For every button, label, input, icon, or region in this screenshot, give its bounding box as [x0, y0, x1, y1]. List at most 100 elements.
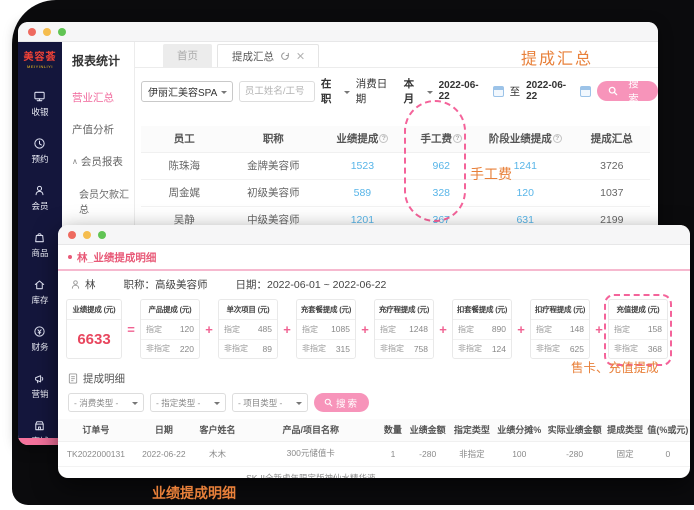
marketing-icon — [35, 375, 44, 384]
detail-row: XF2022000119 2022-06-20 木木 SK-II全新虎年限定版神… — [58, 466, 690, 478]
col-qty: 数量 — [380, 419, 406, 442]
col-share: 业绩分摊% — [494, 419, 545, 442]
col-title: 职称 — [262, 133, 284, 146]
table-row: 周金娓 初级美容师 589 328 120 1037 — [141, 179, 650, 207]
minimize-traffic-light[interactable] — [83, 230, 91, 239]
detail-tab[interactable]: 林_业绩提成明细 — [58, 245, 690, 271]
mall-icon — [35, 421, 45, 431]
search-icon — [324, 398, 333, 407]
menu-item-member-reports[interactable]: ∧ 会员报表 — [62, 145, 134, 177]
help-icon[interactable] — [552, 134, 562, 144]
maximize-traffic-light[interactable] — [58, 27, 66, 36]
sidebar-label: 财务 — [31, 341, 49, 352]
col-stage-commission: 阶段业绩提成 — [489, 131, 562, 146]
detail-search-button[interactable]: 搜索 — [314, 393, 370, 412]
col-commission-type: 提成类型 — [604, 419, 646, 442]
table-row: 陈珠海 金牌美容师 1523 962 1241 3726 — [141, 152, 650, 180]
sidebar-item-appointment[interactable]: 预约 — [31, 137, 49, 165]
tab-commission-summary[interactable]: 提成汇总 — [217, 44, 319, 67]
inventory-icon — [35, 280, 45, 290]
member-icon — [36, 185, 44, 196]
logo-subtitle: MEIYINLIYI — [27, 63, 53, 69]
staff-info-bar: 林 职称：高级美容师 日期：2022-06-01 ~ 2022-06-22 — [58, 271, 690, 297]
course-recharge-card: 充疗程提成 (元) 指定 1248 非指定 758 — [374, 299, 434, 359]
person-icon — [71, 279, 80, 289]
chevron-down-icon — [220, 90, 227, 97]
cashier-icon — [34, 91, 46, 102]
performance-commission-link[interactable]: 589 — [319, 179, 406, 207]
menu-item-business-summary[interactable]: 营业汇总 — [62, 81, 134, 113]
tab-home[interactable]: 首页 — [163, 44, 212, 67]
col-amount: 业绩金额 — [405, 419, 450, 442]
date-range: 日期：2022-06-01 ~ 2022-06-22 — [235, 278, 387, 291]
detail-header-row: 订单号 日期 客户姓名 产品/项目名称 数量 业绩金额 指定类型 业绩分摊% 实… — [58, 419, 690, 442]
sidebar-item-member[interactable]: 会员 — [31, 184, 49, 212]
chevron-down-icon — [343, 90, 350, 97]
menu-item-output-analysis[interactable]: 产值分析 — [62, 113, 134, 145]
sidebar-label: 商品 — [31, 247, 49, 258]
consume-type-select[interactable]: - 消费类型 - — [68, 393, 144, 412]
col-performance-commission: 业绩提成 — [336, 131, 389, 146]
equals-sign: = — [127, 321, 135, 337]
window-titlebar — [58, 225, 690, 245]
app-sidebar: 美容荟 MEIYINLIYI 收银 预约 会员 商品 库存 财务 营销 — [18, 42, 62, 445]
refresh-icon[interactable] — [280, 51, 290, 61]
help-icon[interactable] — [379, 134, 389, 144]
sidebar-item-cashier[interactable]: 收银 — [31, 90, 49, 118]
annotation-card-recharge: 售卡、充值提成 — [571, 361, 659, 375]
maximize-traffic-light[interactable] — [98, 230, 106, 239]
sidebar-item-marketing[interactable]: 营销 — [31, 372, 49, 400]
commission-total: 1037 — [573, 179, 650, 207]
close-traffic-light[interactable] — [68, 230, 76, 239]
item-type-select[interactable]: - 项目类型 - — [232, 393, 308, 412]
single-item-card: 单次项目 (元) 指定 485 非指定 89 — [218, 299, 278, 359]
total-commission-value: 6633 — [77, 330, 111, 348]
col-order-no: 订单号 — [58, 419, 134, 442]
product-commission-card: 产品提成 (元) 指定 120 非指定 220 — [140, 299, 200, 359]
package-recharge-card: 充套餐提成 (元) 指定 1085 非指定 315 — [296, 299, 356, 359]
chevron-down-icon — [214, 402, 220, 408]
search-icon — [608, 86, 618, 96]
calendar-icon — [492, 85, 504, 97]
staff-name: 周金娓 — [141, 179, 228, 207]
annotation-handwork-fee: 手工费 — [470, 166, 512, 182]
commission-detail-window: 林_业绩提成明细 林 职称：高级美容师 日期：2022-06-01 ~ 2022… — [58, 225, 690, 478]
assign-type-select[interactable]: - 指定类型 - — [150, 393, 226, 412]
status-dropdown[interactable]: 在职 — [321, 76, 350, 106]
sidebar-item-inventory[interactable]: 库存 — [31, 278, 49, 306]
close-traffic-light[interactable] — [28, 27, 36, 36]
col-value: 值(%或元) — [645, 419, 690, 442]
store-select[interactable]: 伊丽汇美容SPA — [141, 80, 233, 102]
package-deduct-card: 扣套餐提成 (元) 指定 890 非指定 124 — [452, 299, 512, 359]
col-date: 日期 — [133, 419, 194, 442]
sidebar-item-goods[interactable]: 商品 — [31, 231, 49, 259]
screenshot-stage: 美容荟 MEIYINLIYI 收银 预约 会员 商品 库存 财务 营销 报表统计… — [0, 0, 694, 510]
close-tab-icon[interactable] — [296, 52, 304, 60]
document-icon — [68, 373, 78, 384]
sidebar-label: 会员 — [31, 200, 49, 211]
col-customer: 客户姓名 — [193, 419, 242, 442]
staff-name: 陈珠海 — [141, 152, 228, 180]
recharge-commission-highlight-wrap: 充值提成 (元) 指定 158 非指定 368 — [604, 294, 672, 366]
commission-summary-cards: 业绩提成 (元) 6633 = 产品提成 (元) 指定 120 非指定 220 + … — [58, 294, 690, 366]
date-from-field[interactable]: 2022-06-22 — [439, 80, 504, 102]
detail-row: TK2022000131 2022-06-22 木木 300元储值卡 1 -28… — [58, 441, 690, 467]
search-button[interactable]: 搜索 — [597, 78, 658, 105]
staff-search-input[interactable] — [238, 80, 315, 102]
menu-item-member-arrears[interactable]: 会员欠款汇总 — [62, 177, 134, 224]
col-actual-amount: 实际业绩金额 — [544, 419, 605, 442]
total-commission-card: 业绩提成 (元) 6633 — [66, 299, 122, 359]
collapse-arrow-icon: ∧ — [72, 156, 78, 166]
sidebar-label: 收银 — [31, 106, 49, 117]
sidebar-item-finance[interactable]: 财务 — [31, 325, 49, 353]
annotation-commission-summary: 提成汇总 — [521, 51, 594, 68]
performance-commission-link[interactable]: 1523 — [319, 152, 406, 180]
active-dot-icon — [68, 255, 72, 259]
plus-sign: + — [283, 321, 291, 337]
col-assign-type: 指定类型 — [449, 419, 495, 442]
minimize-traffic-light[interactable] — [43, 27, 51, 36]
col-product: 产品/项目名称 — [241, 419, 381, 442]
goods-icon — [35, 233, 45, 243]
date-to-field[interactable]: 2022-06-22 — [526, 80, 592, 102]
commission-total: 3726 — [573, 152, 650, 180]
